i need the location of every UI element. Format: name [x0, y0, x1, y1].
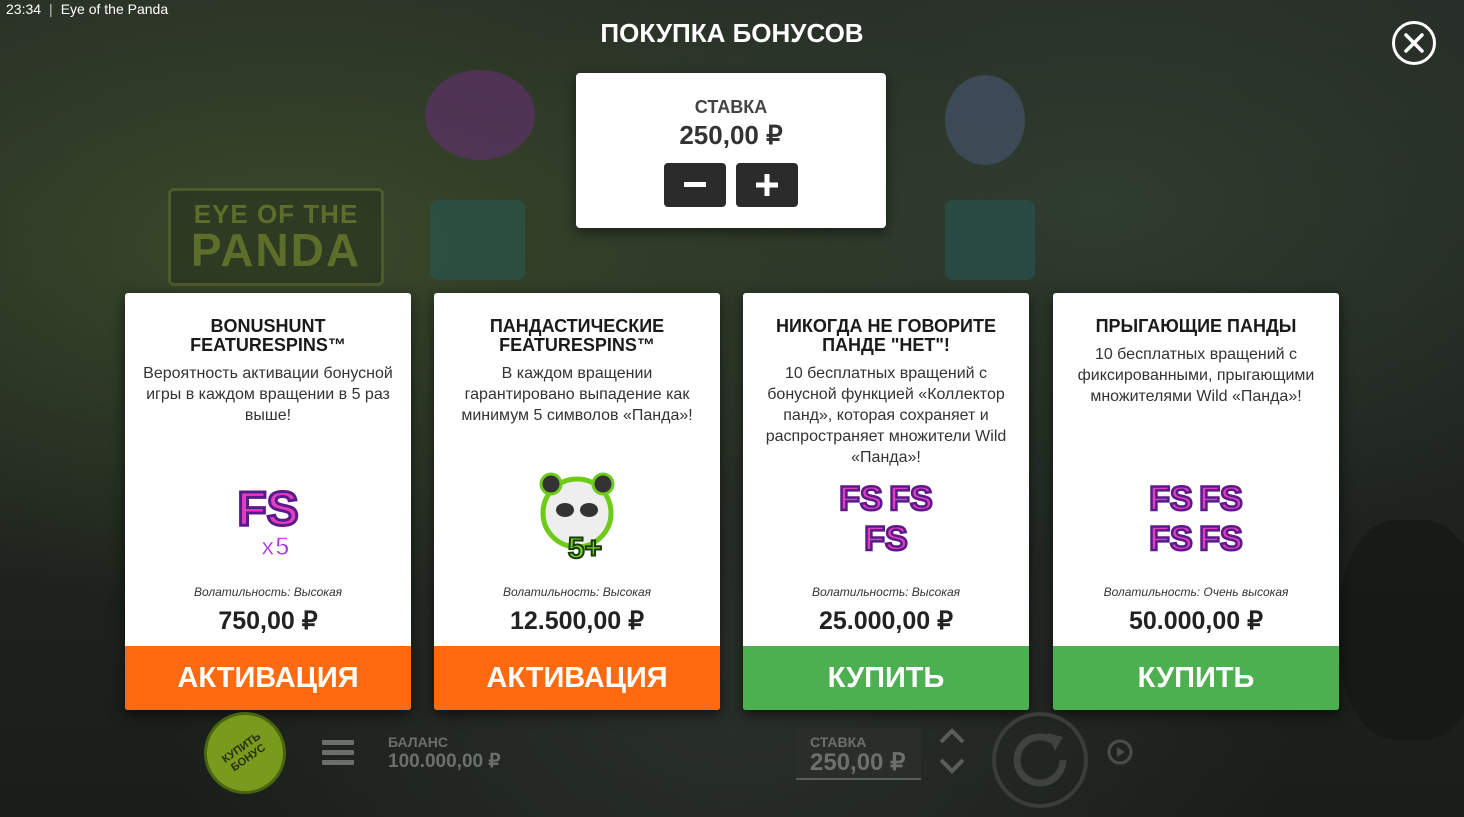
- card-image-text-2: FS: [889, 480, 932, 518]
- fs-triple-icon: FS FS FS: [838, 479, 934, 560]
- card-volatility: Волатильность: Очень высокая: [1103, 585, 1289, 599]
- activate-button[interactable]: АКТИВАЦИЯ: [125, 646, 411, 710]
- reel-symbol-10-right: [945, 200, 1035, 280]
- panda-shadow: [1340, 520, 1464, 740]
- card-image-text-1: FS: [839, 480, 882, 518]
- chevron-down-icon[interactable]: [936, 754, 968, 776]
- card-image-text-2: FS: [1199, 480, 1242, 518]
- card-price: 25.000,00 ₽: [818, 607, 954, 635]
- card-image: FS FS FS FS: [1053, 463, 1339, 573]
- activate-button[interactable]: АКТИВАЦИЯ: [434, 646, 720, 710]
- stake-increase-button[interactable]: [736, 163, 798, 207]
- minus-icon: [684, 182, 706, 187]
- fs-quad-icon: FS FS FS FS: [1148, 479, 1244, 560]
- buy-button[interactable]: КУПИТЬ: [1053, 646, 1339, 710]
- card-price: 50.000,00 ₽: [1128, 607, 1264, 635]
- card-description: 10 бесплатных вращений с бонусной функци…: [765, 365, 1007, 466]
- card-image-text: FS: [237, 483, 298, 536]
- card-title: ПАНДАСТИЧЕСКИЕ FEATURESPINS™: [489, 316, 665, 355]
- card-price: 750,00 ₽: [218, 607, 318, 635]
- autoplay-icon[interactable]: [1104, 736, 1136, 768]
- card-price: 12.500,00 ₽: [509, 607, 645, 635]
- bet-arrows: [936, 726, 968, 778]
- card-title: НИКОГДА НЕ ГОВОРИТЕ ПАНДЕ "НЕТ"!: [776, 316, 996, 355]
- card-volatility: Волатильность: Высокая: [502, 585, 652, 599]
- card-image: 5+: [434, 463, 720, 573]
- bonus-card-jumping-pandas: ПРЫГАЮЩИЕ ПАНДЫ 10 бесплатных вращений с…: [1053, 293, 1339, 710]
- card-image-text-3: FS: [864, 520, 907, 558]
- card-description: Вероятность активации бонусной игры в ка…: [143, 365, 393, 424]
- fs-x5-icon: FS x5: [236, 482, 300, 562]
- close-button[interactable]: [1392, 21, 1436, 65]
- plus-icon: [756, 174, 778, 196]
- donut-symbol: [425, 70, 535, 160]
- chevron-up-icon[interactable]: [936, 726, 968, 748]
- modal-title: ПОКУПКА БОНУСОВ: [600, 18, 864, 48]
- window-title: Eye of the Panda: [60, 1, 169, 17]
- stake-decrease-button[interactable]: [664, 163, 726, 207]
- status-separator: |: [49, 1, 53, 17]
- status-bar: 23:34 | Eye of the Panda: [6, 0, 168, 18]
- stake-controls: [576, 163, 886, 207]
- card-image-text: 5+: [568, 532, 602, 565]
- buy-button[interactable]: КУПИТЬ: [743, 646, 1029, 710]
- bonus-card-pandastic: ПАНДАСТИЧЕСКИЕ FEATURESPINS™ В каждом вр…: [434, 293, 720, 710]
- card-volatility: Волатильность: Высокая: [193, 585, 343, 599]
- card-description: В каждом вращении гарантировано выпадени…: [461, 365, 693, 424]
- stake-value: 250,00 ₽: [679, 120, 783, 150]
- bet-value: 250,00 ₽: [810, 749, 906, 776]
- card-image-text-1: FS: [1149, 480, 1192, 518]
- balance-value: 100.000,00 ₽: [388, 751, 501, 772]
- balance-label: БАЛАНС: [388, 734, 448, 750]
- bonus-card-bonushunt: BONUSHUNT FEATURESPINS™ Вероятность акти…: [125, 293, 411, 710]
- close-icon: [1404, 33, 1424, 53]
- card-title: ПРЫГАЮЩИЕ ПАНДЫ: [1095, 316, 1297, 336]
- bet-display: СТАВКА 250,00 ₽: [796, 728, 921, 780]
- card-description: 10 бесплатных вращений с фиксированными,…: [1077, 346, 1315, 405]
- clock: 23:34: [6, 1, 42, 17]
- boba-tea-symbol: [945, 75, 1025, 165]
- stake-panel: СТАВКА 250,00 ₽: [576, 73, 886, 228]
- logo-line2: PANDA: [190, 224, 362, 276]
- card-image-text-4: FS: [1199, 520, 1242, 558]
- bonus-card-never-say-no: НИКОГДА НЕ ГОВОРИТЕ ПАНДЕ "НЕТ"! 10 бесп…: [743, 293, 1029, 710]
- reel-symbol-10-left: [430, 200, 525, 280]
- game-logo: EYE OF THE PANDA: [168, 188, 384, 286]
- spin-icon: [1013, 733, 1067, 787]
- stake-label: СТАВКА: [694, 97, 768, 117]
- menu-icon[interactable]: [322, 740, 354, 766]
- card-image: FS x5: [125, 463, 411, 573]
- card-image-text-3: FS: [1149, 520, 1192, 558]
- card-image: FS FS FS: [743, 463, 1029, 573]
- spin-button[interactable]: [992, 712, 1088, 808]
- card-image-sub: x5: [261, 531, 290, 561]
- card-title: BONUSHUNT FEATURESPINS™: [190, 316, 346, 355]
- panda-5plus-icon: 5+: [539, 472, 615, 566]
- card-volatility: Волатильность: Высокая: [811, 585, 961, 599]
